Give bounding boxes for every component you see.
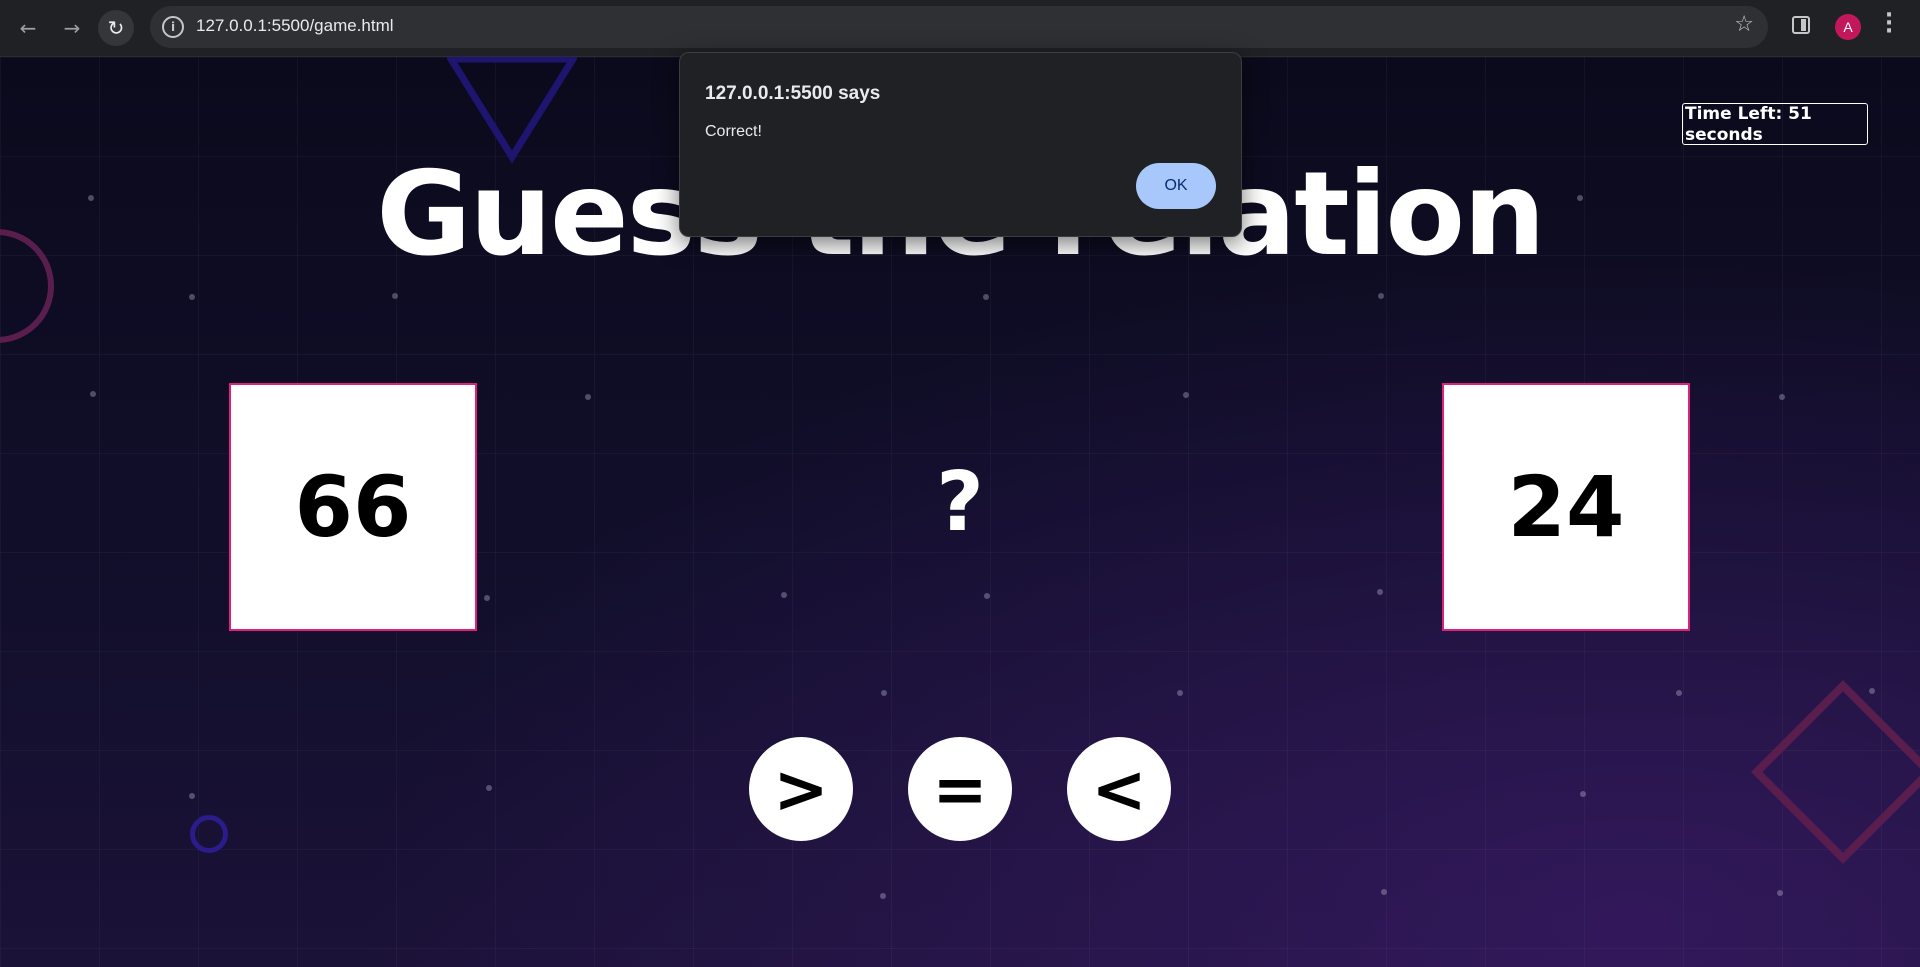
background-dot: [392, 293, 398, 299]
background-dot: [1177, 690, 1183, 696]
url-text[interactable]: 127.0.0.1:5500/game.html: [196, 16, 394, 36]
unknown-relation-mark: ?: [936, 455, 984, 550]
small-circle-decoration: [190, 815, 228, 853]
background-dot: [1183, 392, 1189, 398]
background-dot: [189, 294, 195, 300]
browser-toolbar: ← → ↻ i 127.0.0.1:5500/game.html ☆ A · · ·: [0, 0, 1920, 57]
ok-button[interactable]: OK: [1136, 163, 1216, 209]
background-dot: [1676, 690, 1682, 696]
background-dot: [484, 595, 490, 601]
site-info-icon[interactable]: i: [162, 16, 184, 38]
bookmark-star-icon[interactable]: ☆: [1734, 12, 1754, 37]
background-dot: [189, 793, 195, 799]
equal-button[interactable]: =: [908, 737, 1012, 841]
dialog-message: Correct!: [705, 123, 762, 140]
left-number-card: 66: [229, 383, 477, 631]
background-dot: [781, 592, 787, 598]
background-dot: [1377, 589, 1383, 595]
time-left-counter: Time Left: 51 seconds: [1682, 103, 1868, 145]
background-dot: [984, 593, 990, 599]
side-panel-icon[interactable]: [1792, 16, 1810, 34]
background-dot: [880, 893, 886, 899]
right-number: 24: [1507, 458, 1625, 556]
browser-menu-icon[interactable]: · · ·: [1884, 5, 1894, 43]
background-dot: [1378, 293, 1384, 299]
background-dot: [585, 394, 591, 400]
reload-icon[interactable]: ↻: [98, 10, 134, 46]
background-dot: [881, 690, 887, 696]
forward-arrow-icon[interactable]: →: [54, 10, 90, 46]
dialog-title: 127.0.0.1:5500 says: [705, 83, 881, 104]
background-dot: [1580, 791, 1586, 797]
background-dot: [1869, 688, 1875, 694]
profile-avatar[interactable]: A: [1835, 14, 1861, 40]
left-number: 66: [294, 458, 412, 556]
background-dot: [486, 785, 492, 791]
right-number-card: 24: [1442, 383, 1690, 631]
background-dot: [1381, 889, 1387, 895]
address-bar[interactable]: i 127.0.0.1:5500/game.html ☆: [150, 6, 1768, 48]
background-dot: [983, 294, 989, 300]
background-dot: [1777, 890, 1783, 896]
greater-than-button[interactable]: >: [749, 737, 853, 841]
alert-dialog: 127.0.0.1:5500 says Correct! OK: [679, 52, 1242, 237]
background-dot: [90, 391, 96, 397]
back-arrow-icon[interactable]: ←: [10, 10, 46, 46]
background-dot: [1779, 394, 1785, 400]
less-than-button[interactable]: <: [1067, 737, 1171, 841]
